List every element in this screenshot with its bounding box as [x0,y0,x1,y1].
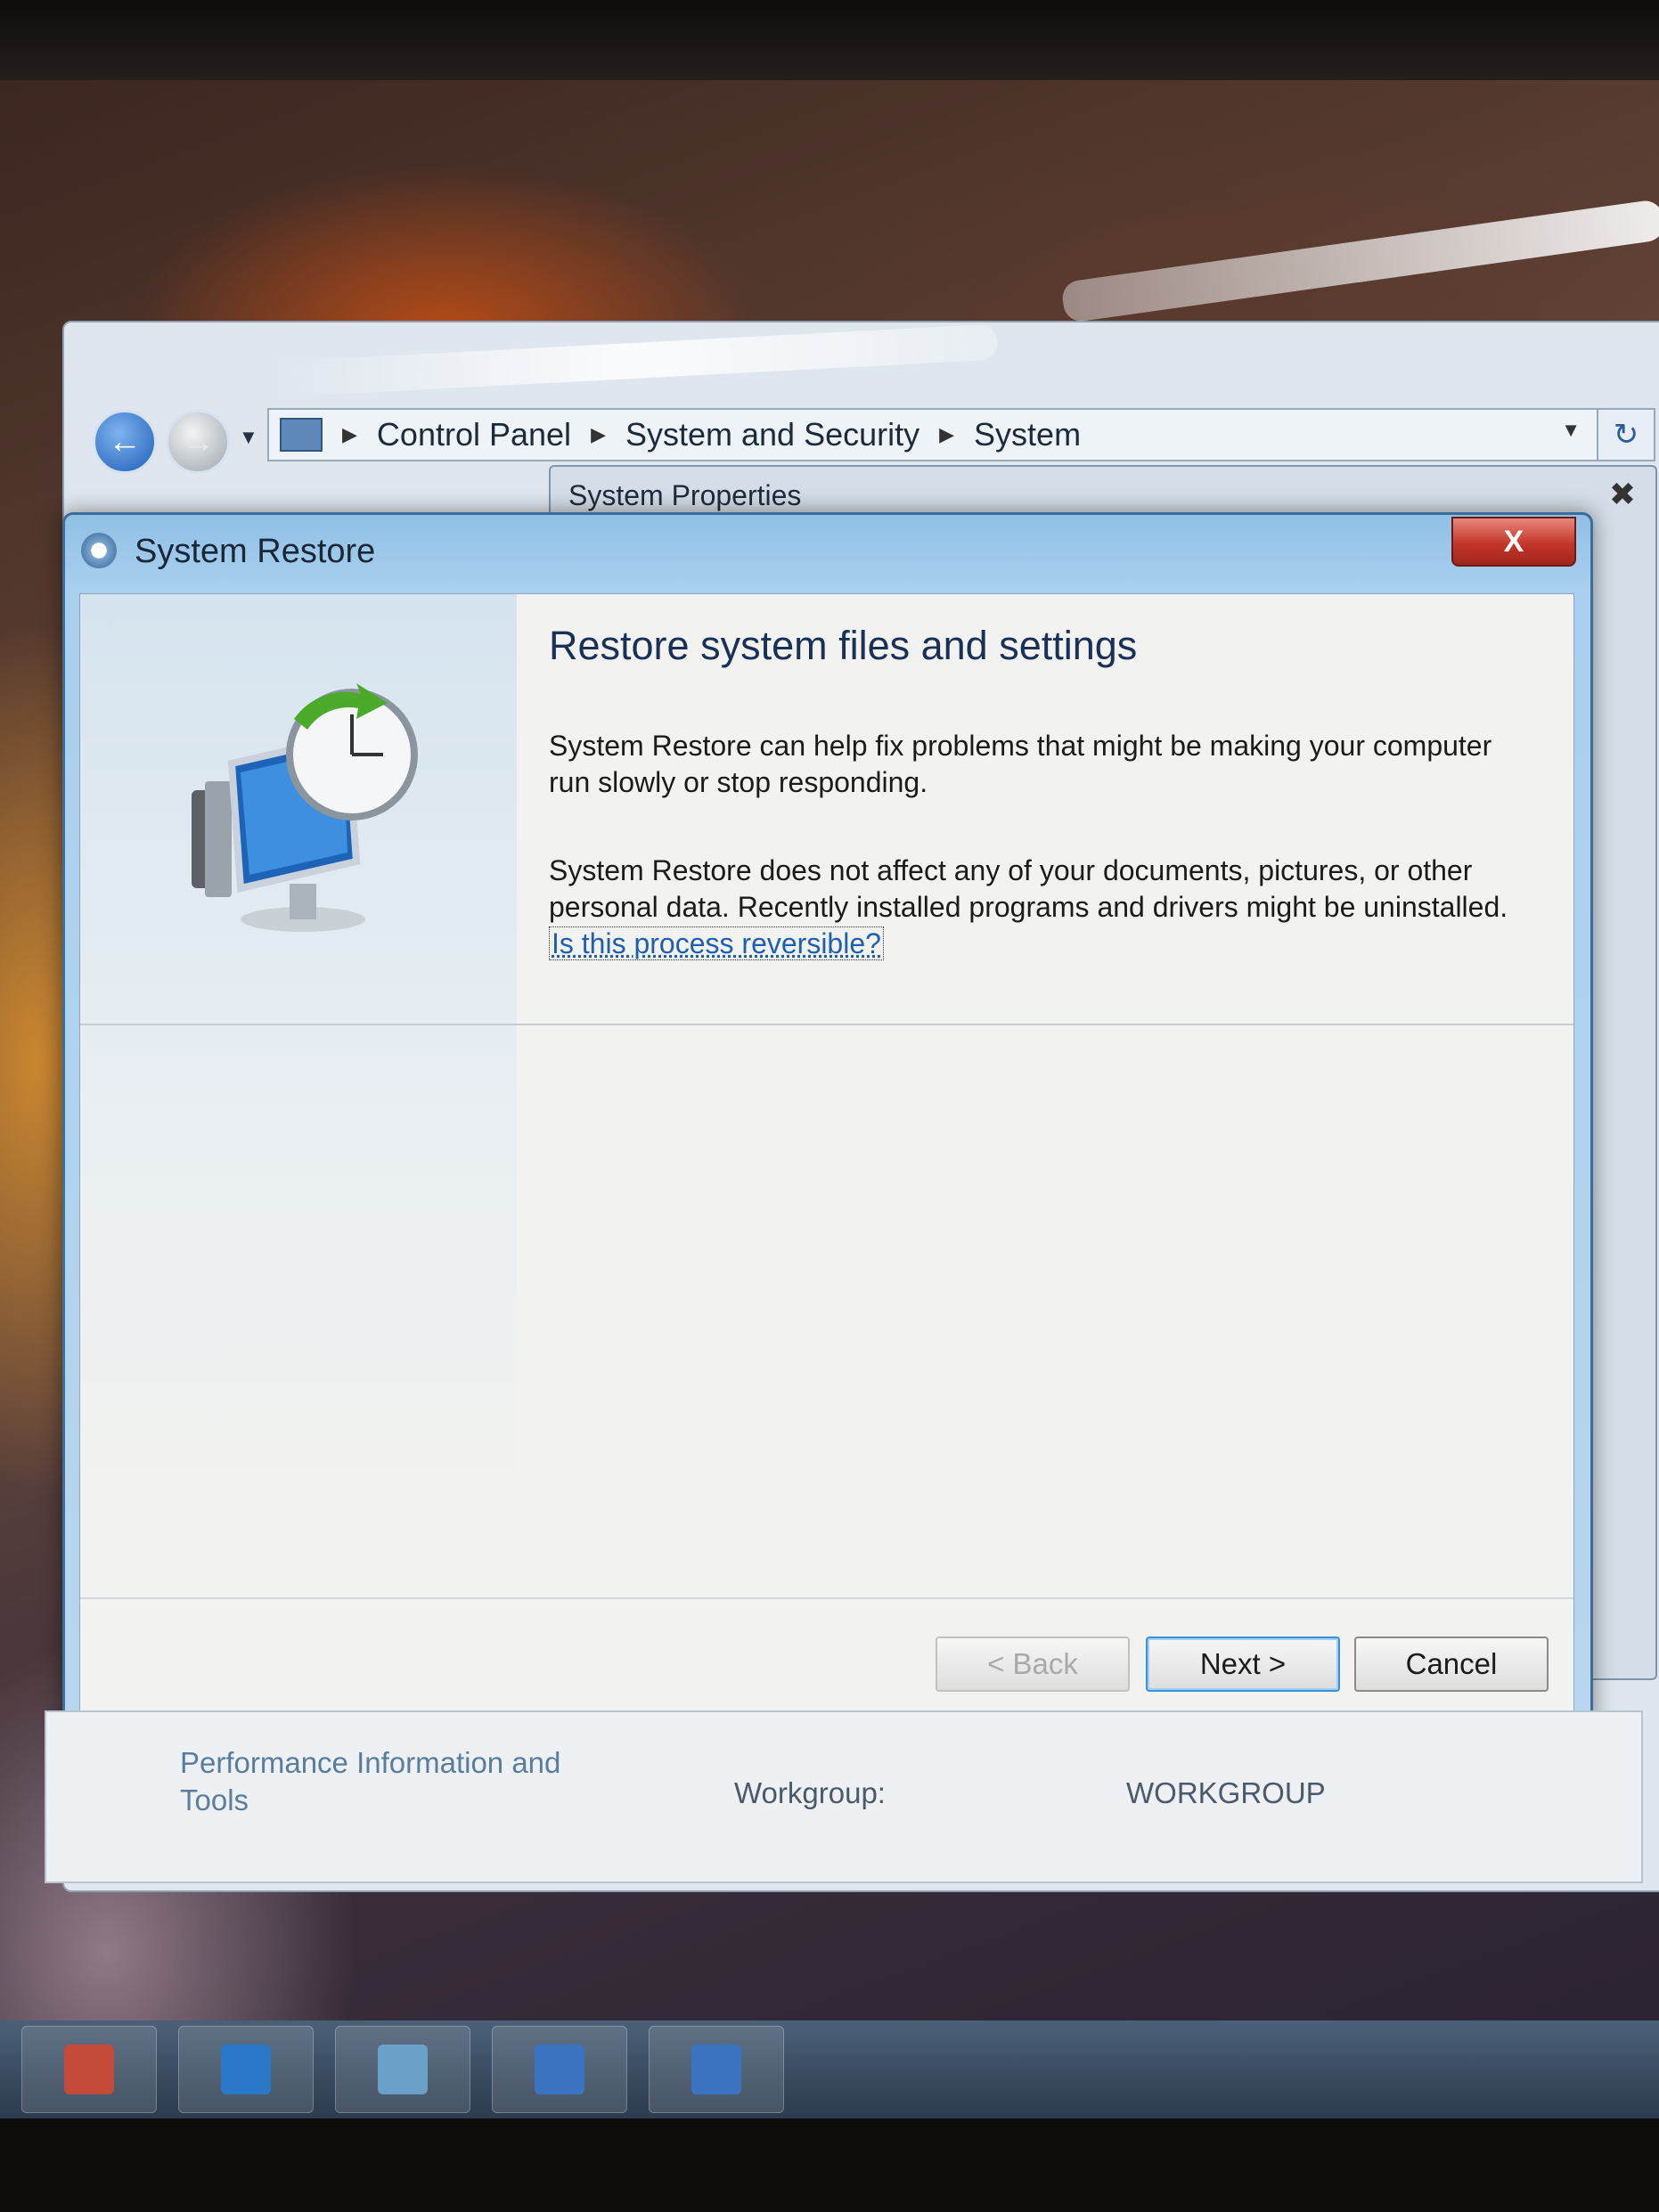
dialog-content: Restore system files and settings System… [79,593,1574,1725]
description-paragraph-2-text: System Restore does not affect any of yo… [549,854,1508,923]
divider [80,1024,1573,1025]
app-icon [691,2045,741,2094]
cancel-button[interactable]: Cancel [1354,1637,1549,1692]
breadcrumb-control-panel[interactable]: Control Panel [377,416,571,453]
description-paragraph-2: System Restore does not affect any of yo… [549,853,1529,962]
close-icon[interactable]: ✖ [1609,476,1636,513]
computer-icon [280,418,323,452]
reversible-help-link[interactable]: Is this process reversible? [549,926,884,960]
performance-info-link[interactable]: Performance Information and Tools [180,1744,608,1819]
outlook-icon [221,2045,271,2094]
monitor-bezel-bottom [0,2118,1659,2212]
dialog-heading: Restore system files and settings [549,623,1138,668]
taskbar [0,2020,1659,2118]
breadcrumb-system[interactable]: System [974,416,1081,453]
back-arrow-icon: ← [108,422,142,461]
system-restore-illustration [192,683,418,932]
address-bar[interactable]: ▶ Control Panel ▶ System and Security ▶ … [267,408,1598,461]
side-banner [80,594,517,1724]
forward-arrow-icon: → [181,422,215,461]
next-button[interactable]: Next > [1146,1637,1340,1692]
app-icon [535,2045,584,2094]
close-button[interactable]: X [1451,517,1576,567]
system-restore-dialog: System Restore X Restore system files an… [62,512,1593,1743]
back-wizard-button[interactable]: < Back [936,1637,1130,1692]
refresh-button[interactable]: ↻ [1597,408,1655,461]
dialog-titlebar[interactable]: System Restore X [65,515,1590,586]
description-paragraph-1: System Restore can help fix problems tha… [549,730,1492,798]
taskbar-button[interactable] [178,2026,314,2113]
chevron-right-icon[interactable]: ▶ [591,423,606,446]
system-properties-title: System Properties [568,479,802,511]
breadcrumb-system-and-security[interactable]: System and Security [625,416,919,453]
recent-pages-dropdown[interactable]: ▼ [239,426,258,449]
refresh-icon: ↻ [1613,418,1639,452]
taskbar-button[interactable] [492,2026,627,2113]
taskbar-button[interactable] [649,2026,784,2113]
workgroup-value: WORKGROUP [1126,1776,1326,1809]
system-restore-icon [81,533,117,568]
dialog-title: System Restore [135,533,376,570]
chevron-right-icon[interactable]: ▶ [939,423,954,446]
taskbar-button[interactable] [335,2026,470,2113]
back-button[interactable]: ← [93,410,157,474]
app-icon [64,2045,114,2094]
chevron-down-icon[interactable]: ▼ [1561,419,1581,442]
chevron-right-icon[interactable]: ▶ [342,423,357,446]
app-icon [378,2045,428,2094]
taskbar-button[interactable] [21,2026,157,2113]
forward-button[interactable]: → [166,410,230,474]
workgroup-label: Workgroup: [734,1776,886,1809]
divider [80,1597,1573,1599]
